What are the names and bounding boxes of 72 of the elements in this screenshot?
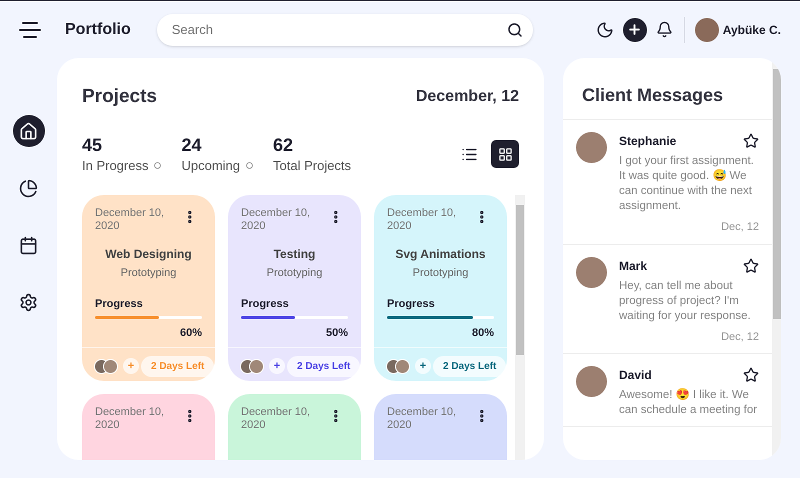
pie-chart-icon [19,178,38,198]
avatar [576,256,607,288]
message-text: Hey, can tell me about progress of project? I'm waiting for your response. [619,278,752,324]
grid-view-button[interactable] [491,140,519,168]
star-icon[interactable] [743,258,759,274]
project-card[interactable]: December 10, 2020 Testing Prototyping Progress 50% + 2 Days Left [228,195,361,381]
stat-value: 24 [181,134,203,156]
add-button[interactable] [622,18,647,42]
days-left-badge: 2 Days Left [287,356,360,376]
project-date: December 10, 2020 [387,207,458,233]
project-title: Web Designing [104,246,193,263]
days-left-badge: 2 Days Left [433,356,506,376]
stat-label: In Progress [82,156,148,175]
progress-percent: 60% [178,326,203,341]
projects-title: Projects [82,85,157,109]
menu-icon[interactable] [19,22,41,38]
message-date: Dec, 12 [720,330,759,344]
sender-name: Mark [619,258,648,274]
calendar-icon [19,236,38,254]
user-name[interactable]: Aybüke C. [722,20,781,38]
project-date: December 10, 2020 [95,207,166,233]
project-date: December 10, 2020 [95,406,166,432]
avatar [576,132,607,163]
message-date: Dec, 12 [720,220,759,235]
star-icon[interactable] [743,367,759,383]
project-date: December 10, 2020 [387,406,458,432]
progress-label: Progress [94,296,144,312]
project-subtitle: Prototyping [266,266,324,281]
progress-percent: 50% [324,326,349,341]
moon-icon [596,20,614,38]
home-icon [19,122,38,140]
project-title: Testing [272,246,316,263]
progress-percent: 80% [470,326,495,341]
message-item[interactable]: Mark Hey, can tell me about progress of project? I'm waiting for your response. Dec, 12 [563,244,772,354]
project-title: Svg Animations [394,246,487,263]
message-text: Awesome! 😍 I like it. We can schedule a meeting for [619,388,758,418]
stat-value: 62 [273,134,294,156]
project-subtitle: Prototyping [120,266,178,281]
stat-label: Upcoming [181,156,240,175]
stat-label: Total Projects [273,156,352,175]
project-date: December 10, 2020 [241,406,312,432]
progress-label: Progress [386,296,436,312]
sender-name: David [619,367,652,384]
brand-title: Portfolio [65,20,131,40]
progress-label: Progress [240,296,290,312]
sender-name: Stephanie [619,133,676,150]
star-icon[interactable] [743,133,759,149]
stat-value: 45 [82,134,104,156]
team-avatars [240,358,264,374]
team-avatars [386,358,410,374]
settings-icon [19,292,38,312]
project-card[interactable]: December 10, 2020 Svg Animations Prototyping Progress 80% + 2 Days Left [374,195,507,381]
user-avatar[interactable] [694,18,719,42]
grid-icon [498,146,512,162]
plus-icon [627,22,642,37]
days-left-badge: 2 Days Left [141,356,214,376]
project-date: December 10, 2020 [241,207,312,233]
project-card[interactable]: December 10, 2020 [228,394,361,460]
add-member-button[interactable]: + [269,358,285,374]
team-avatars [94,358,118,374]
avatar [576,366,607,397]
project-card[interactable]: December 10, 2020 Web Designing Prototyping Progress 60% + 2 Days Left [82,195,215,381]
sidebar-item[interactable] [12,115,44,147]
message-text: I got your first assignment. It was quite good. 😅 We can continue with the next assignment. [619,154,755,214]
add-member-button[interactable]: + [415,358,431,374]
search-icon[interactable] [506,22,523,38]
scrollbar[interactable] [515,195,525,460]
current-date: December, 12 [416,87,519,108]
project-subtitle: Prototyping [412,266,470,281]
bell-icon [656,21,674,38]
message-item[interactable]: David Awesome! 😍 I like it. We can schedule a meeting for [563,354,772,427]
search-field[interactable]: Search [156,14,533,46]
